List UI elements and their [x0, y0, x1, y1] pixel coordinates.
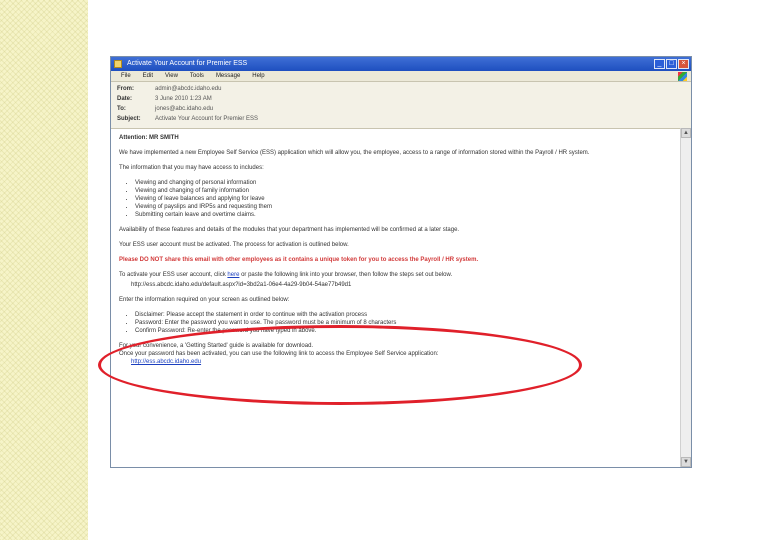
menu-message[interactable]: Message	[216, 71, 240, 81]
from-value: admin@abcdc.idaho.edu	[155, 86, 222, 92]
window-title: Activate Your Account for Premier ESS	[127, 60, 248, 67]
warning-text: Please DO NOT share this email with othe…	[119, 257, 479, 263]
list-item: Submitting certain leave and overtime cl…	[135, 211, 672, 219]
window-titlebar[interactable]: Activate Your Account for Premier ESS _ …	[111, 57, 691, 71]
menu-edit[interactable]: Edit	[143, 71, 153, 81]
to-row: To: jones@abc.idaho.edu	[117, 106, 213, 115]
message-body: Attention: MR SMITH We have implemented …	[111, 128, 680, 467]
list-item: Viewing of leave balances and applying f…	[135, 195, 672, 203]
menu-view[interactable]: View	[165, 71, 178, 81]
closing-paragraph: Once your password has been activated, y…	[119, 351, 439, 357]
date-value: 3 June 2010 1:23 AM	[155, 96, 212, 102]
activate-pre-text: To activate your ESS user account, click	[119, 272, 228, 278]
vertical-scrollbar[interactable]: ▲ ▼	[680, 128, 691, 467]
scroll-down-arrow-icon[interactable]: ▼	[681, 457, 691, 467]
guide-note: For your convenience, a 'Getting Started…	[119, 343, 314, 349]
close-button[interactable]: ×	[678, 59, 689, 69]
subject-value: Activate Your Account for Premier ESS	[155, 116, 259, 122]
activation-note: Your ESS user account must be activated.…	[119, 242, 349, 248]
access-list: Viewing and changing of personal informa…	[119, 179, 672, 219]
scroll-up-arrow-icon[interactable]: ▲	[681, 128, 691, 138]
menu-bar: File Edit View Tools Message Help	[111, 71, 691, 82]
minimize-button[interactable]: _	[654, 59, 665, 69]
attention-line: Attention: MR SMITH	[119, 135, 179, 141]
intro-paragraph: We have implemented a new Employee Self …	[119, 150, 590, 156]
message-header: From: admin@abcdc.idaho.edu Date: 3 June…	[111, 82, 691, 129]
list-item: Viewing and changing of personal informa…	[135, 179, 672, 187]
activate-post-text: or paste the following link into your br…	[239, 272, 453, 278]
email-window: Activate Your Account for Premier ESS _ …	[110, 56, 692, 468]
decorative-side-strip	[0, 0, 88, 540]
list-item: Viewing of payslips and IRP5s and reques…	[135, 203, 672, 211]
steps-list: Disclaimer: Please accept the statement …	[119, 311, 672, 335]
from-row: From: admin@abcdc.idaho.edu	[117, 86, 221, 95]
menu-tools[interactable]: Tools	[190, 71, 204, 81]
ess-link[interactable]: http://ess.abcdc.idaho.edu	[131, 359, 201, 365]
access-intro: The information that you may have access…	[119, 165, 264, 171]
date-row: Date: 3 June 2010 1:23 AM	[117, 96, 212, 105]
activate-instructions: To activate your ESS user account, click…	[119, 271, 672, 279]
list-item: Password: Enter the password you want to…	[135, 319, 672, 327]
subject-label: Subject:	[117, 116, 141, 122]
list-item: Viewing and changing of family informati…	[135, 187, 672, 195]
menu-file[interactable]: File	[121, 71, 131, 81]
activate-here-link[interactable]: here	[227, 272, 239, 278]
to-value: jones@abc.idaho.edu	[155, 106, 214, 112]
menu-help[interactable]: Help	[252, 71, 264, 81]
subject-row: Subject: Activate Your Account for Premi…	[117, 116, 258, 125]
list-item: Disclaimer: Please accept the statement …	[135, 311, 672, 319]
date-label: Date:	[117, 96, 133, 102]
availability-paragraph: Availability of these features and detai…	[119, 227, 460, 233]
window-controls: _ □ ×	[654, 59, 689, 69]
activation-url[interactable]: http://ess.abcdc.idaho.edu/default.aspx?…	[119, 281, 672, 289]
envelope-icon	[114, 60, 122, 68]
maximize-button[interactable]: □	[666, 59, 677, 69]
list-item: Confirm Password: Re-enter the password …	[135, 327, 672, 335]
enter-info-text: Enter the information required on your s…	[119, 297, 290, 303]
windows-logo-icon	[678, 72, 687, 81]
to-label: To:	[117, 106, 126, 112]
from-label: From:	[117, 86, 134, 92]
